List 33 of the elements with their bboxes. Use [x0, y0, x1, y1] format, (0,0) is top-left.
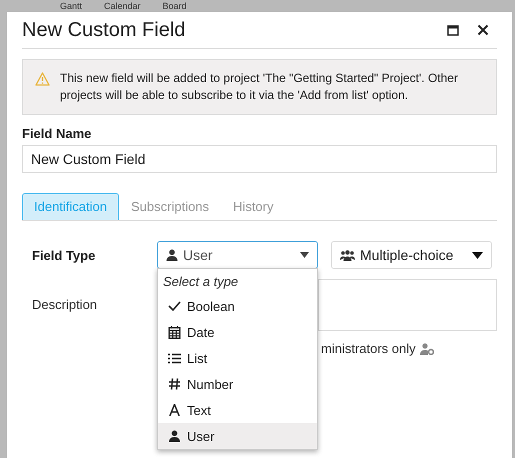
- close-icon[interactable]: [477, 24, 489, 36]
- visibility-text: ministrators only: [321, 341, 416, 356]
- user-gear-icon: [420, 342, 434, 354]
- notice-text: This new field will be added to project 'The "Getting Started" Project'. Other projects will be able to subscribe to it via the 'Add from list' option.: [60, 70, 459, 104]
- user-icon: [168, 430, 181, 442]
- description-field[interactable]: [318, 279, 497, 331]
- nav-tab[interactable]: Gantt: [60, 0, 82, 12]
- calendar-icon: [168, 326, 181, 338]
- input-field[interactable]: New Custom Field: [22, 145, 497, 173]
- nav-tab[interactable]: Board: [162, 0, 187, 12]
- list-icon: [168, 352, 181, 364]
- users-icon: [340, 250, 355, 260]
- user-icon: [166, 249, 178, 261]
- caret-icon: [472, 252, 483, 258]
- menu-item[interactable]: Text: [158, 397, 317, 423]
- field-label: Description: [32, 297, 98, 312]
- hash-icon: [168, 378, 181, 390]
- dialog-title: New Custom Field: [22, 18, 186, 42]
- menu-item[interactable]: User: [158, 423, 317, 449]
- menu-item[interactable]: Boolean: [158, 293, 317, 319]
- warning-icon: [35, 72, 50, 86]
- nav-tab[interactable]: Calendar: [104, 0, 141, 12]
- menu-item[interactable]: Number: [158, 371, 317, 397]
- cardinality-select[interactable]: Multiple-choice: [331, 241, 492, 269]
- menu-item[interactable]: List: [158, 345, 317, 371]
- check-icon: [168, 301, 181, 311]
- menu-header: Select a type: [162, 273, 240, 291]
- menu-item[interactable]: Date: [158, 319, 317, 345]
- caret-icon: [300, 252, 309, 258]
- maximize-icon[interactable]: [447, 24, 459, 36]
- letter-a-icon: [168, 404, 181, 416]
- field-label: Field Type: [31, 248, 96, 262]
- field-label: Field Name: [22, 126, 92, 141]
